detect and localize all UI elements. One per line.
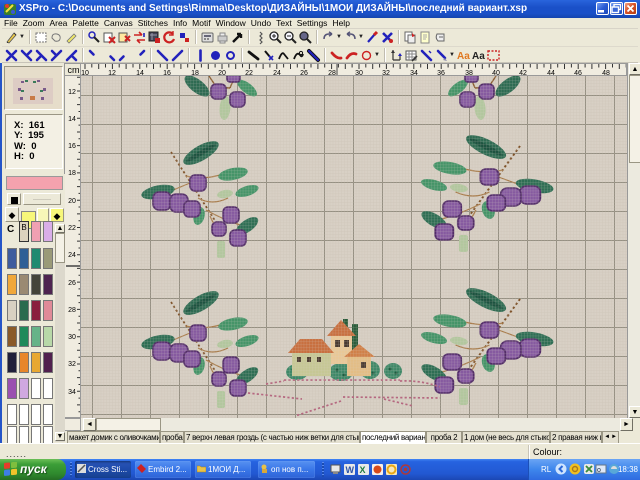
svg-text:Aa: Aa bbox=[472, 51, 485, 62]
svg-text:14: 14 bbox=[68, 116, 76, 123]
svg-text:o: o bbox=[597, 467, 601, 474]
svg-text:Aa: Aa bbox=[457, 51, 470, 62]
svg-text:X: X bbox=[360, 465, 366, 475]
svg-text:28: 28 bbox=[68, 307, 76, 314]
svg-text:18: 18 bbox=[68, 170, 76, 177]
svg-text:20: 20 bbox=[68, 198, 76, 205]
svg-text:24: 24 bbox=[68, 252, 76, 259]
svg-text:26: 26 bbox=[68, 280, 76, 287]
svg-text:22: 22 bbox=[68, 225, 76, 232]
svg-text:W: W bbox=[346, 465, 355, 475]
svg-text:34: 34 bbox=[68, 389, 76, 396]
svg-text:30: 30 bbox=[68, 334, 76, 341]
svg-text:32: 32 bbox=[68, 361, 76, 368]
svg-text:16: 16 bbox=[68, 143, 76, 150]
svg-text:12: 12 bbox=[68, 89, 76, 96]
